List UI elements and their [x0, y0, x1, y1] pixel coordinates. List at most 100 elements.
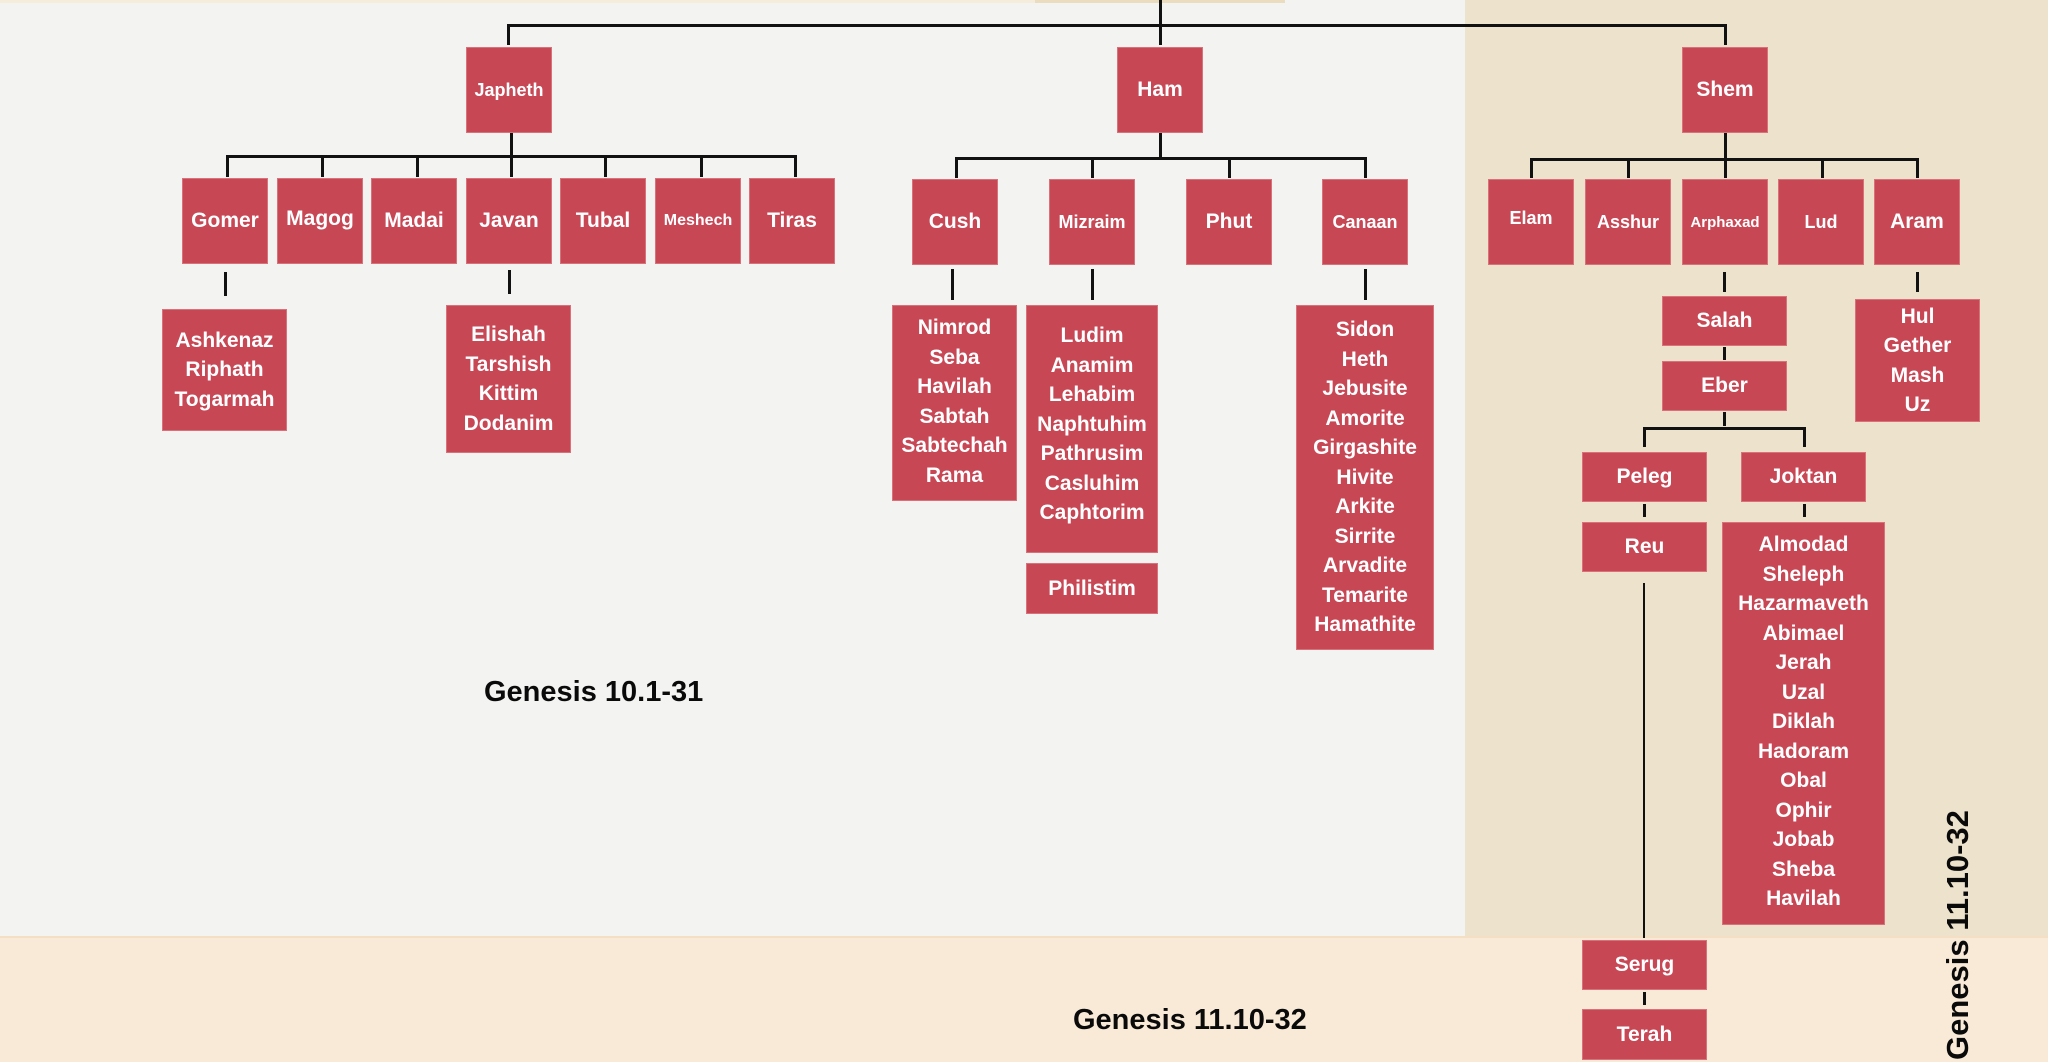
node-joktan-sons: Almodad Sheleph Hazarmaveth Abimael Jera… [1722, 522, 1885, 925]
node-label: Lud [1804, 211, 1838, 232]
node-arphaxad: Arphaxad [1682, 179, 1768, 265]
node-label: Tiras [767, 209, 817, 232]
node-label: Heth [1341, 347, 1389, 371]
node-label: Arvadite [1322, 554, 1408, 577]
connector [1364, 157, 1367, 178]
node-label: Hamathite [1314, 613, 1416, 636]
node-label: Tarshish [465, 352, 552, 376]
node-label: Kittim [478, 382, 539, 405]
node-canaan-sons: Sidon Heth Jebusite Amorite Girgashite H… [1296, 305, 1434, 650]
connector [951, 269, 954, 300]
node-phut: Phut [1186, 179, 1272, 265]
node-label: Nimrod [917, 316, 992, 339]
node-label: Rama [925, 463, 984, 487]
node-label: Reu [1624, 535, 1665, 558]
node-label: Pathrusim [1040, 442, 1144, 465]
node-label: Japheth [474, 79, 544, 100]
connector [700, 155, 703, 177]
connector [226, 155, 229, 177]
connector [1530, 158, 1533, 178]
connector [1723, 412, 1726, 426]
node-aram-sons: Hul Gether Mash Uz [1855, 299, 1980, 422]
connector [416, 155, 419, 177]
node-label: Aram [1890, 210, 1944, 233]
node-label: Diklah [1771, 710, 1836, 733]
connector [224, 272, 227, 296]
connector [955, 157, 958, 178]
connector [955, 157, 1366, 160]
node-label: Mizraim [1058, 211, 1126, 232]
node-gomer: Gomer [182, 178, 268, 264]
node-reu: Reu [1582, 522, 1707, 572]
connector [508, 270, 511, 294]
node-label: Jerah [1775, 651, 1832, 674]
node-label: Riphath [185, 358, 264, 382]
node-label: Serug [1614, 953, 1675, 976]
node-label: Philistim [1048, 576, 1136, 600]
reference-genesis-11-vertical: Genesis 11.10-32 [1940, 810, 1975, 1060]
node-label: Naphtuhim [1037, 412, 1147, 436]
node-label: Dodanim [463, 411, 554, 435]
node-label: Jobab [1772, 828, 1835, 851]
node-aram: Aram [1874, 179, 1960, 265]
node-label: Sirrite [1334, 524, 1396, 548]
connector [1643, 427, 1806, 430]
node-label: Togarmah [174, 387, 275, 411]
node-label: Terah [1616, 1022, 1673, 1046]
node-cush: Cush [912, 179, 998, 265]
connector [1643, 992, 1646, 1005]
node-terah: Terah [1582, 1009, 1707, 1060]
node-japheth: Japheth [466, 47, 552, 133]
node-label: Lehabim [1048, 383, 1136, 406]
node-label: Tubal [575, 209, 631, 232]
connector [1724, 24, 1727, 45]
node-label: Anamim [1050, 353, 1134, 377]
node-ham: Ham [1117, 47, 1203, 133]
node-label: Temarite [1322, 583, 1408, 607]
node-label: Girgashite [1313, 436, 1417, 459]
node-javan: Javan [466, 178, 552, 264]
node-label: Meshech [663, 212, 733, 229]
node-label: Arkite [1335, 495, 1395, 518]
node-label: Hazarmaveth [1738, 592, 1869, 615]
node-cush-sons: Nimrod Seba Havilah Sabtah Sabtechah Ram… [892, 305, 1017, 501]
node-label: Madai [384, 209, 444, 232]
connector [1228, 157, 1231, 178]
connector [1364, 269, 1367, 300]
node-label: Ophir [1775, 798, 1832, 822]
node-label: Uz [1904, 393, 1931, 416]
node-label: Salah [1696, 309, 1753, 332]
connector [510, 132, 513, 156]
connector [1724, 132, 1727, 178]
node-label: Mash [1890, 363, 1945, 387]
node-label: Canaan [1332, 211, 1398, 232]
connector [1159, 132, 1162, 158]
connector [510, 155, 513, 177]
node-lud: Lud [1778, 179, 1864, 265]
connector [1643, 504, 1646, 517]
node-eber: Eber [1662, 361, 1787, 411]
top-strip [0, 0, 1035, 3]
node-label: Phut [1205, 210, 1253, 233]
node-label: Ludim [1060, 324, 1124, 347]
node-label: Havilah [917, 375, 992, 398]
node-label: Javan [479, 209, 539, 232]
connector [1091, 157, 1094, 178]
node-label: Almodad [1758, 533, 1849, 556]
node-gomer-sons: Ashkenaz Riphath Togarmah [162, 309, 287, 431]
connector [1643, 427, 1646, 447]
node-label: Peleg [1616, 465, 1673, 488]
node-label: Caphtorim [1039, 501, 1145, 524]
node-tiras: Tiras [749, 178, 835, 264]
node-peleg: Peleg [1582, 452, 1707, 502]
node-label: Asshur [1596, 211, 1659, 232]
node-asshur: Asshur [1585, 179, 1671, 265]
node-label: Havilah [1766, 887, 1841, 910]
connector [1821, 158, 1824, 178]
reference-genesis-10: Genesis 10.1-31 [484, 676, 704, 708]
node-label: Obal [1780, 769, 1827, 792]
node-madai: Madai [371, 178, 457, 264]
connector [1916, 272, 1919, 292]
node-label: Hadoram [1757, 739, 1850, 763]
node-label: Jebusite [1322, 377, 1408, 400]
